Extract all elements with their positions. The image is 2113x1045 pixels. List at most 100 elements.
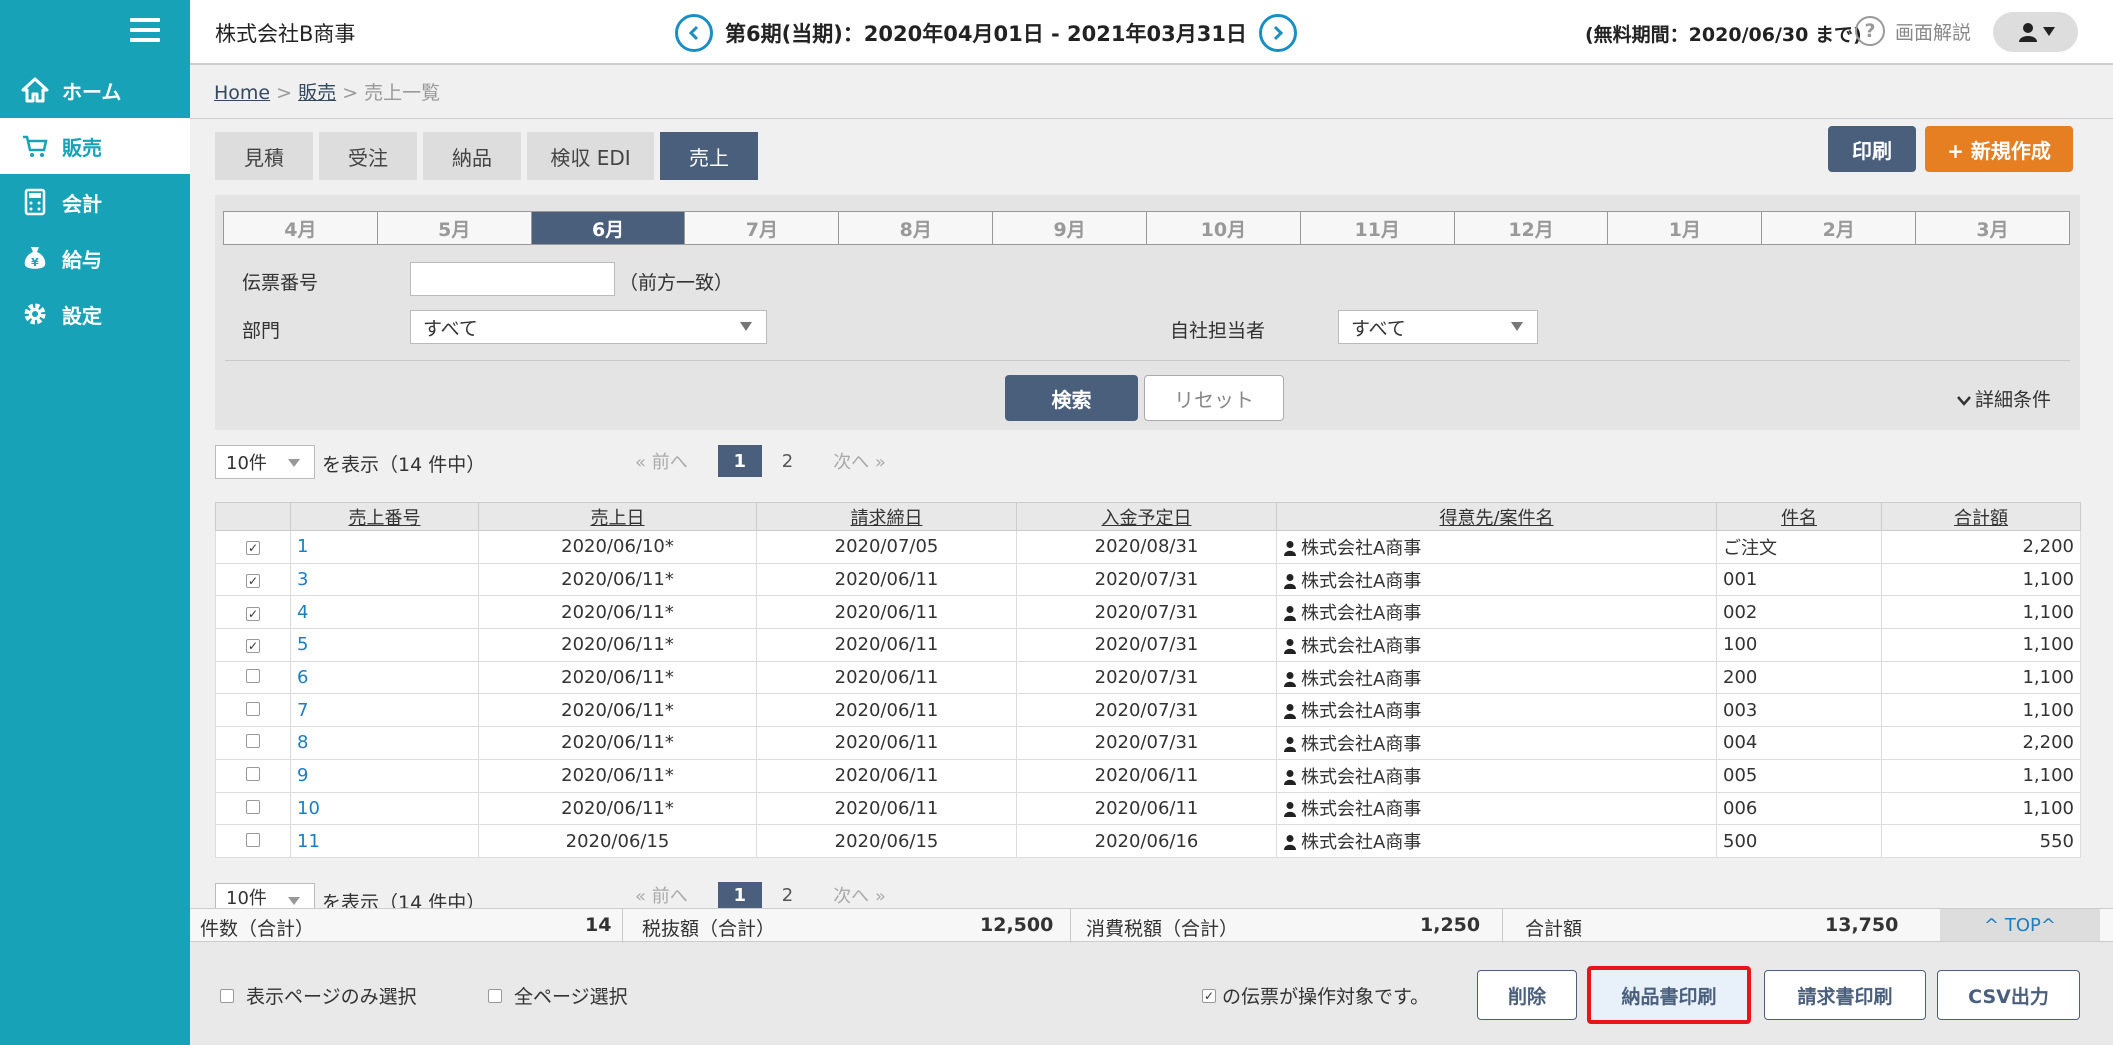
row-checkbox[interactable] (246, 669, 260, 684)
month-tab[interactable]: 3月 (1916, 212, 2069, 244)
row-checkbox[interactable]: ✓ (246, 574, 260, 589)
next-page-link[interactable]: 次へ » (833, 448, 886, 474)
search-button[interactable]: 検索 (1005, 375, 1138, 421)
menu-icon[interactable] (130, 18, 160, 42)
month-tab[interactable]: 7月 (685, 212, 840, 244)
select-all-option[interactable]: 全ページ選択 (488, 982, 628, 1009)
delete-button[interactable]: 削除 (1477, 970, 1577, 1020)
table-row[interactable]: 7 2020/06/11* 2020/06/11 2020/07/31 株式会社A商事 0… (215, 693, 2081, 728)
month-tab[interactable]: 5月 (378, 212, 532, 244)
delivery-note-print-button[interactable]: 納品書印刷 (1587, 966, 1751, 1024)
sidebar-item-accounting[interactable]: 会計 (0, 174, 190, 230)
column-header[interactable]: 売上日 (478, 502, 757, 531)
print-button[interactable]: 印刷 (1828, 126, 1916, 172)
breadcrumb-sales[interactable]: 販売 (298, 82, 336, 104)
sales-number-link[interactable]: 4 (297, 602, 308, 623)
table-row[interactable]: 8 2020/06/11* 2020/06/11 2020/07/31 株式会社A商事 0… (215, 726, 2081, 760)
table-row[interactable]: ✓ 3 2020/06/11* 2020/06/11 2020/07/31 株式会社A商事… (215, 562, 2081, 597)
page-1-button[interactable]: 1 (717, 882, 762, 908)
sales-number-link[interactable]: 5 (297, 634, 308, 655)
column-header[interactable]: 合計額 (1881, 502, 2081, 531)
new-create-button[interactable]: + 新規作成 (1925, 126, 2073, 172)
checkbox[interactable] (488, 988, 502, 1003)
row-select-cell (215, 758, 291, 793)
row-checkbox[interactable]: ✓ (246, 606, 260, 621)
month-tab[interactable]: 12月 (1455, 212, 1609, 244)
row-checkbox[interactable]: ✓ (246, 541, 260, 556)
total-amount-cell: 1,100 (1881, 562, 2081, 597)
row-select-cell (215, 693, 291, 728)
voucher-number-input[interactable] (410, 262, 615, 296)
user-menu[interactable] (1993, 12, 2078, 52)
back-to-top-link[interactable]: ^ TOP^ (1940, 909, 2100, 941)
page-2-link[interactable]: 2 (782, 885, 793, 906)
table-row[interactable]: 10 2020/06/11* 2020/06/11 2020/06/11 株式会社A商事… (215, 791, 2081, 826)
department-select[interactable]: すべて (410, 310, 767, 344)
prev-page-link[interactable]: « 前へ (635, 882, 688, 908)
month-tab[interactable]: 4月 (224, 212, 378, 244)
detail-conditions-toggle[interactable]: 詳細条件 (1957, 385, 2051, 412)
csv-export-button[interactable]: CSV出力 (1937, 970, 2080, 1020)
column-header[interactable]: 入金予定日 (1016, 502, 1277, 531)
page-2-link[interactable]: 2 (782, 451, 793, 472)
sidebar-item-sales[interactable]: 販売 (0, 118, 190, 174)
tab-delivery[interactable]: 納品 (423, 132, 521, 180)
column-header[interactable]: 件名 (1716, 502, 1882, 531)
row-checkbox[interactable] (246, 701, 260, 716)
column-header[interactable]: 得意先/案件名 (1276, 502, 1717, 531)
sales-number-link[interactable]: 7 (297, 700, 308, 721)
reset-button[interactable]: リセット (1144, 375, 1284, 421)
table-row[interactable]: 6 2020/06/11* 2020/06/11 2020/07/31 株式会社A商事 2… (215, 660, 2081, 695)
month-tab[interactable]: 1月 (1608, 212, 1763, 244)
row-checkbox[interactable] (246, 832, 260, 847)
sales-number-link[interactable]: 3 (297, 569, 308, 590)
table-row[interactable]: 9 2020/06/11* 2020/06/11 2020/06/11 株式会社A商事 0… (215, 758, 2081, 793)
sales-number-link[interactable]: 10 (297, 798, 320, 819)
tab-sales[interactable]: 売上 (660, 132, 758, 180)
staff-select[interactable]: すべて (1338, 310, 1538, 344)
total-amount-cell: 2,200 (1881, 530, 2081, 564)
sidebar-item-home[interactable]: ホーム (0, 62, 190, 118)
sales-number-link[interactable]: 1 (297, 536, 308, 557)
tab-estimate[interactable]: 見積 (215, 132, 313, 180)
month-tab[interactable]: 2月 (1762, 212, 1917, 244)
next-period-button[interactable] (1258, 14, 1297, 52)
tab-inspection-edi[interactable]: 検収 EDI (527, 132, 654, 180)
table-row[interactable]: 11 2020/06/15 2020/06/15 2020/06/16 株式会社A商事 5… (215, 824, 2081, 858)
sales-number-link[interactable]: 9 (297, 765, 308, 786)
per-page-select[interactable]: 10件 (215, 445, 315, 479)
sidebar-item-payroll[interactable]: ¥ 給与 (0, 230, 190, 286)
month-tab[interactable]: 11月 (1301, 212, 1455, 244)
select-page-option[interactable]: 表示ページのみ選択 (220, 982, 417, 1009)
sales-date-cell: 2020/06/11* (478, 660, 757, 695)
sidebar-item-settings[interactable]: 設定 (0, 286, 190, 342)
column-header[interactable]: 売上番号 (290, 502, 479, 531)
row-checkbox[interactable]: ✓ (246, 639, 260, 654)
month-tab[interactable]: 10月 (1147, 212, 1301, 244)
sales-number-link[interactable]: 8 (297, 732, 308, 753)
table-row[interactable]: ✓ 4 2020/06/11* 2020/06/11 2020/07/31 株式会社A商事… (215, 595, 2081, 630)
page-1-button[interactable]: 1 (717, 445, 762, 477)
sales-number-link[interactable]: 6 (297, 667, 308, 688)
row-checkbox[interactable] (246, 799, 260, 814)
help-link[interactable]: ? 画面解説 (1855, 16, 1971, 46)
table-row[interactable]: ✓ 5 2020/06/11* 2020/06/11 2020/07/31 株式会社A商事… (215, 628, 2081, 662)
table-row[interactable]: ✓ 1 2020/06/10* 2020/07/05 2020/08/31 株式会社A商事… (215, 530, 2081, 564)
prev-period-button[interactable] (675, 14, 713, 52)
tab-order[interactable]: 受注 (319, 132, 417, 180)
month-tab-active[interactable]: 6月 (531, 212, 686, 244)
breadcrumb-home[interactable]: Home (214, 82, 270, 104)
month-tab[interactable]: 9月 (993, 212, 1147, 244)
row-checkbox[interactable] (246, 767, 260, 782)
invoice-print-button[interactable]: 請求書印刷 (1764, 970, 1926, 1020)
voucher-hint: （前方一致） (619, 272, 734, 294)
prev-page-link[interactable]: « 前へ (635, 448, 688, 474)
person-icon (1284, 638, 1296, 654)
row-checkbox[interactable] (246, 734, 260, 749)
column-header[interactable]: 請求締日 (756, 502, 1017, 531)
month-tab[interactable]: 8月 (839, 212, 994, 244)
per-page-select[interactable]: 10件 (215, 883, 315, 911)
checkbox[interactable] (220, 988, 234, 1003)
sales-number-link[interactable]: 11 (297, 831, 320, 852)
next-page-link[interactable]: 次へ » (833, 882, 886, 908)
